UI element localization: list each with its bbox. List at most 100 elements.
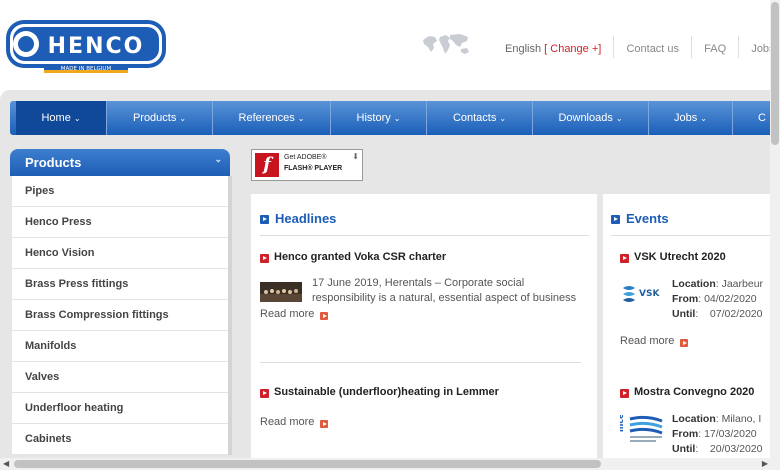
location-value: : Jaarbeur <box>715 278 764 290</box>
flash-badge-line1: Get ADOBE® <box>284 154 327 161</box>
from-value: : 17/03/2020 <box>698 428 757 440</box>
sidebar-item-valves[interactable]: Valves <box>12 362 232 393</box>
sidebar-item-henco-press[interactable]: Henco Press <box>12 207 232 238</box>
arrow-bullet-icon <box>260 389 269 398</box>
sidebar-item-brass-compression-fittings[interactable]: Brass Compression fittings <box>12 300 232 331</box>
henco-logo[interactable]: HENCO MADE IN BELGIUM <box>4 18 168 74</box>
divider <box>260 362 581 363</box>
nav-item-home[interactable]: Home ⌄ <box>16 101 106 135</box>
sidebar-header[interactable]: Products ⌄ <box>10 149 230 176</box>
read-more-label: Read more <box>620 335 675 347</box>
headlines-panel: Headlines Henco granted Voka CSR charter… <box>251 194 597 470</box>
mce-logo[interactable]: mce <box>620 415 664 445</box>
nav-label: References <box>238 112 295 124</box>
nav-label: Downloads <box>558 112 613 124</box>
location-value: : Milano, I <box>715 413 762 425</box>
sidebar-item-cabinets[interactable]: Cabinets <box>12 424 232 455</box>
sidebar-title: Products <box>25 155 82 170</box>
event-location: Location: Milano, I <box>672 413 761 425</box>
sidebar-item-pipes[interactable]: Pipes <box>12 176 232 207</box>
mce-logo-text: mce <box>620 415 625 432</box>
nav-item-contacts[interactable]: Contacts ⌄ <box>427 101 532 135</box>
arrow-bullet-icon <box>260 254 269 263</box>
divider <box>260 235 589 236</box>
sidebar-item-manifolds[interactable]: Manifolds <box>12 331 232 362</box>
until-value: : 07/02/2020 <box>695 308 763 320</box>
chevron-down-icon: ⌄ <box>393 114 401 123</box>
nav-label: Contacts <box>452 112 497 124</box>
vsk-logo-text: VSK <box>639 289 660 299</box>
headline-thumbnail[interactable] <box>260 282 302 302</box>
nav-item-references[interactable]: References ⌄ <box>213 101 330 135</box>
chevron-down-icon: ⌄ <box>179 114 187 123</box>
events-title: Events <box>626 211 669 226</box>
event-from: From: 17/03/2020 <box>672 428 757 440</box>
download-arrow-icon: ⬇ <box>352 152 359 161</box>
brand-name: HENCO <box>48 34 145 59</box>
sidebar-item-henco-vision[interactable]: Henco Vision <box>12 238 232 269</box>
divider <box>691 36 693 58</box>
read-more-link[interactable]: Read more <box>260 416 314 428</box>
divider <box>611 235 780 236</box>
bullet-icon <box>611 215 620 224</box>
arrow-bullet-icon <box>620 254 629 263</box>
vsk-logo[interactable]: VSK <box>621 282 663 304</box>
nav-item-history[interactable]: History ⌄ <box>331 101 426 135</box>
read-more-label: Read more <box>260 416 315 428</box>
language-current: English <box>505 42 542 55</box>
chevron-down-icon: ⌄ <box>73 114 81 123</box>
brand-tagline: MADE IN BELGIUM <box>61 66 112 72</box>
events-panel: Events VSK Utrecht 2020 VSK Location: Ja… <box>603 194 780 470</box>
scroll-right-icon[interactable]: ▶ <box>762 458 768 470</box>
sidebar-item-underfloor-heating[interactable]: Underfloor heating <box>12 393 232 424</box>
event-location: Location: Jaarbeur <box>672 278 763 290</box>
chevron-down-icon: ⌄ <box>499 114 507 123</box>
event-until: Until: 20/03/2020 <box>672 443 762 455</box>
faq-link[interactable]: FAQ <box>704 43 726 55</box>
headlines-title: Headlines <box>275 211 337 226</box>
vertical-scrollbar[interactable] <box>770 0 780 458</box>
horizontal-scroll-thumb[interactable] <box>14 460 601 468</box>
change-language-link[interactable]: [ Change +] <box>544 43 601 55</box>
until-label: Until <box>672 308 696 320</box>
bullet-icon <box>260 215 269 224</box>
sidebar-item-brass-press-fittings[interactable]: Brass Press fittings <box>12 269 232 300</box>
read-more-link[interactable]: Read more <box>620 335 674 347</box>
headline-title[interactable]: Henco granted Voka CSR charter <box>274 251 446 263</box>
event-title[interactable]: Mostra Convegno 2020 <box>634 386 754 398</box>
nav-label: C <box>758 112 766 124</box>
nav-label: History <box>356 112 391 124</box>
nav-item-jobs[interactable]: Jobs ⌄ <box>649 101 732 135</box>
arrow-bullet-icon <box>680 339 688 347</box>
from-value: : 04/02/2020 <box>698 293 757 305</box>
main-nav: Home ⌄ Products ⌄ References ⌄ History ⌄ Con… <box>10 101 780 135</box>
headline-summary: 17 June 2019, Herentals – Corporate soci… <box>312 277 577 304</box>
scroll-left-icon[interactable]: ◀ <box>3 458 9 470</box>
from-label: From <box>672 293 699 305</box>
contact-us-link[interactable]: Contact us <box>626 43 679 55</box>
location-label: Location <box>672 413 716 425</box>
get-flash-player-badge[interactable]: f Get ADOBE® FLASH® PLAYER ⬇ <box>251 149 363 181</box>
divider <box>732 101 733 135</box>
horizontal-scrollbar[interactable]: ◀ ▶ <box>0 458 780 470</box>
read-more-label: Read more <box>260 308 315 320</box>
event-title[interactable]: VSK Utrecht 2020 <box>634 251 726 263</box>
nav-item-downloads[interactable]: Downloads ⌄ <box>533 101 648 135</box>
nav-item-products[interactable]: Products ⌄ <box>107 101 212 135</box>
vertical-scroll-thumb[interactable] <box>771 2 779 145</box>
chevron-down-icon: ⌄ <box>297 114 305 123</box>
chevron-down-icon: ⌄ <box>700 114 707 123</box>
headline-title[interactable]: Sustainable (underfloor)heating in Lemme… <box>274 386 499 398</box>
arrow-bullet-icon <box>320 312 328 320</box>
until-value: : 20/03/2020 <box>695 443 763 455</box>
nav-label: Jobs <box>674 112 698 124</box>
flash-icon: f <box>255 153 279 177</box>
arrow-bullet-icon <box>620 389 629 398</box>
read-more-link[interactable]: Read more <box>260 308 314 320</box>
event-from: From: 04/02/2020 <box>672 293 757 305</box>
until-label: Until <box>672 443 696 455</box>
sidebar: Products ⌄ Pipes Henco Press Henco Visio… <box>10 149 232 469</box>
top-links: English [ Change +] Contact us FAQ Jobs <box>505 36 775 58</box>
world-map-icon[interactable] <box>420 32 472 58</box>
event-until: Until: 07/02/2020 <box>672 308 762 320</box>
